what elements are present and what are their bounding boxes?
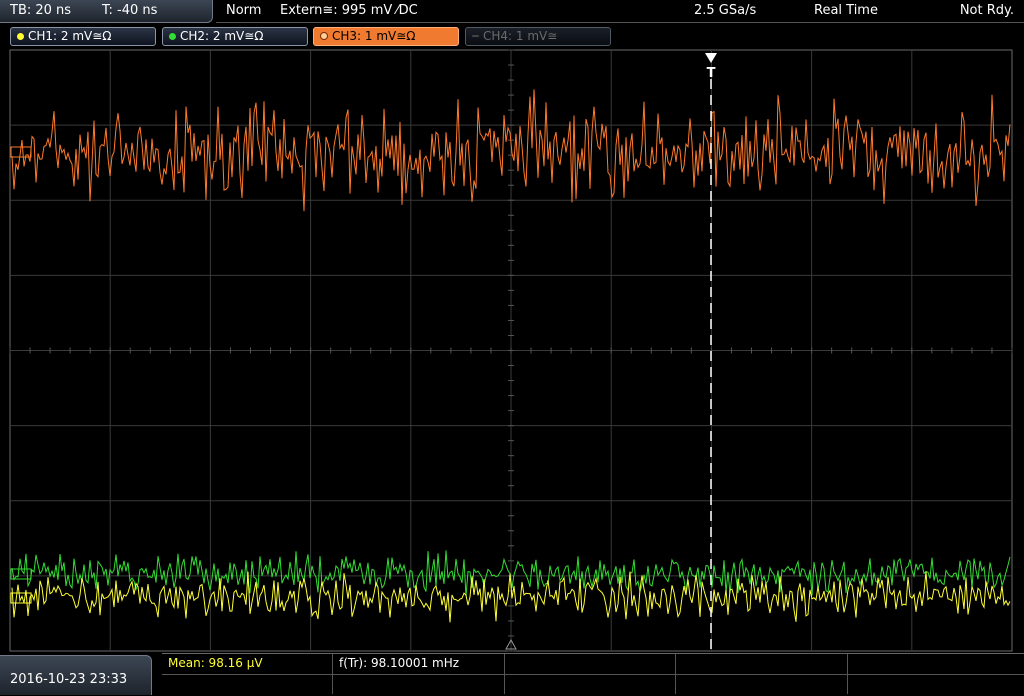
trigger-source-readout[interactable]: Extern≅: 995 mV ⁄DC [280, 3, 418, 18]
ch1-label: CH1: 2 mV≅Ω [28, 29, 112, 43]
ch4-label: CH4: 1 mV≅ [483, 29, 558, 43]
ch3-indicator-icon [320, 32, 328, 40]
ch1-indicator-icon [17, 33, 24, 40]
ch3-label: CH3: 1 mV≅Ω [332, 29, 416, 43]
waveform-display[interactable]: T [0, 49, 1024, 652]
run-state: Not Rdy. [959, 3, 1014, 18]
acquisition-mode: Real Time [814, 3, 878, 18]
tab-ch2[interactable]: CH2: 2 mV≅Ω [162, 27, 308, 46]
tab-ch1[interactable]: CH1: 2 mV≅Ω [10, 27, 156, 46]
trigger-mode[interactable]: Norm [226, 3, 261, 18]
measurement-slot[interactable] [505, 654, 676, 674]
trigger-time-readout[interactable]: T: -40 ns [102, 3, 157, 18]
datetime: 2016-10-23 23:33 [10, 672, 128, 687]
trigger-marker-label: T [707, 66, 716, 81]
status-bar: TB: 20 ns T: -40 ns Norm Extern≅: 995 mV… [0, 0, 1024, 24]
ch2-indicator-icon [169, 33, 176, 40]
measurement-slot[interactable] [333, 674, 505, 694]
acquisition-status: Norm Extern≅: 995 mV ⁄DC 2.5 GSa/s Real … [216, 0, 1024, 23]
measurement-slot[interactable] [676, 654, 848, 674]
measurement-mean[interactable]: Mean: 98.16 µV [162, 654, 333, 674]
measurement-slot[interactable] [505, 674, 676, 694]
ch2-label: CH2: 2 mV≅Ω [180, 29, 264, 43]
datetime-panel: 2016-10-23 23:33 [0, 655, 152, 695]
measurement-slot[interactable] [848, 654, 1024, 674]
frequency-value: f(Tr): 98.10001 mHz [339, 656, 460, 670]
measurement-panel: Mean: 98.16 µV f(Tr): 98.10001 mHz [162, 653, 1024, 696]
measurement-slot[interactable] [848, 674, 1024, 694]
measurement-slot[interactable] [162, 674, 333, 694]
mean-value: Mean: 98.16 µV [168, 656, 263, 670]
timebase-readout[interactable]: TB: 20 ns [10, 3, 71, 18]
tab-ch4[interactable]: CH4: 1 mV≅ [465, 27, 611, 46]
ch4-indicator-icon [472, 35, 479, 37]
tab-ch3[interactable]: CH3: 1 mV≅Ω [313, 27, 459, 46]
timebase-panel[interactable]: TB: 20 ns T: -40 ns [0, 0, 213, 23]
measurement-slot[interactable] [676, 674, 848, 694]
sample-rate-readout: 2.5 GSa/s [694, 3, 757, 18]
measurement-frequency[interactable]: f(Tr): 98.10001 mHz [333, 654, 505, 674]
